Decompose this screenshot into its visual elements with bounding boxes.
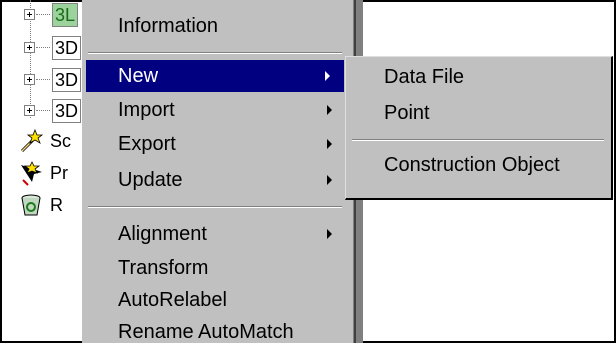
menu-item-information[interactable]: Information [82, 10, 346, 42]
expand-icon[interactable] [24, 9, 35, 20]
menu-item-alignment[interactable]: Alignment [82, 218, 346, 250]
submenu-arrow-icon [327, 175, 332, 185]
context-menu: Information New Import Export Update Ali… [82, 0, 356, 343]
menu-separator [88, 206, 342, 208]
expand-icon[interactable] [24, 105, 35, 116]
new-submenu: Data File Point Construction Object [345, 56, 613, 200]
tree-node-label[interactable]: 3L [52, 3, 79, 27]
tool-label: Pr [50, 163, 68, 183]
menu-separator [88, 52, 342, 54]
pencil-plus-icon [20, 128, 44, 153]
menu-item-new[interactable]: New [86, 60, 344, 92]
tool-label: Sc [50, 131, 72, 151]
menu-item-transform[interactable]: Transform [82, 252, 346, 284]
tree-node-label[interactable]: 3D [52, 36, 82, 60]
tree-node-label[interactable]: 3D [52, 99, 82, 123]
pointer-plus-icon [21, 161, 42, 186]
submenu-item-data-file[interactable]: Data File [346, 61, 608, 93]
submenu-arrow-icon [327, 139, 332, 149]
menu-item-import[interactable]: Import [82, 94, 346, 126]
menu-item-update[interactable]: Update [82, 164, 346, 196]
menu-item-export[interactable]: Export [82, 128, 346, 160]
tree-node-label[interactable]: 3D [52, 68, 82, 92]
tool-label: R [50, 195, 63, 215]
menu-item-rename-automatch[interactable]: Rename AutoMatch [82, 316, 346, 348]
menu-separator [352, 139, 604, 141]
recycle-bin-icon [21, 194, 41, 216]
submenu-item-point[interactable]: Point [346, 97, 608, 129]
submenu-arrow-icon [327, 229, 332, 239]
expand-icon[interactable] [24, 42, 35, 53]
expand-icon[interactable] [24, 74, 35, 85]
submenu-arrow-icon [325, 71, 330, 81]
submenu-arrow-icon [327, 105, 332, 115]
menu-item-autorelabel[interactable]: AutoRelabel [82, 284, 346, 316]
submenu-item-construction-object[interactable]: Construction Object [346, 149, 608, 181]
